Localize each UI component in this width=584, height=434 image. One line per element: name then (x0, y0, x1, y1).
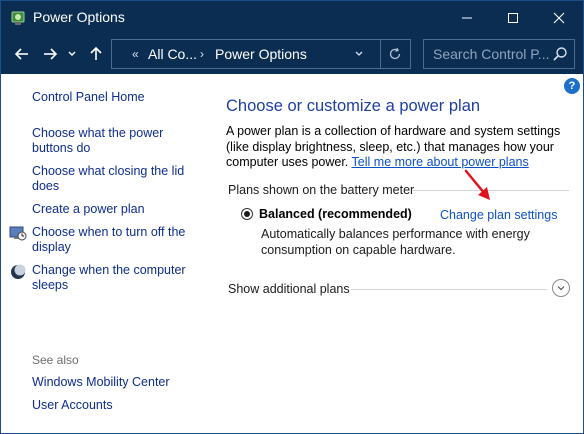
search-icon[interactable] (552, 46, 568, 62)
search-box[interactable]: Search Control P... (423, 39, 575, 69)
search-input[interactable]: Search Control P... (433, 40, 549, 68)
balanced-plan-radio[interactable] (241, 208, 253, 220)
forward-arrow-icon (44, 48, 58, 60)
refresh-button[interactable] (380, 40, 409, 68)
help-icon[interactable]: ? (564, 78, 580, 94)
page-description: A power plan is a collection of hardware… (226, 124, 576, 171)
chevron-down-icon (557, 286, 565, 291)
sidebar-item-user-accounts[interactable]: User Accounts (32, 398, 113, 413)
up-arrow-icon (90, 46, 102, 60)
refresh-icon (389, 47, 401, 60)
expand-additional-plans-button[interactable] (552, 279, 570, 297)
sidebar-item-computer-sleeps[interactable]: Change when the computer sleeps (32, 263, 192, 293)
chevron-down-icon (355, 51, 363, 56)
breadcrumb-all-control-panel[interactable]: All Co... (148, 40, 197, 68)
learn-more-link[interactable]: Tell me more about power plans (352, 155, 529, 169)
address-bar[interactable]: « All Co... › Power Options (111, 39, 411, 69)
annotation-arrow-icon (464, 169, 490, 200)
sidebar-item-turn-off-display[interactable]: Choose when to turn off the display (32, 225, 192, 255)
sidebar-item-closing-lid[interactable]: Choose what closing the lid does (32, 164, 187, 194)
maximize-icon (508, 12, 518, 23)
breadcrumb-power-options[interactable]: Power Options (215, 40, 307, 68)
up-button[interactable] (83, 40, 109, 68)
power-options-window: Power Options « All Co... › Power Option… (0, 0, 584, 434)
forward-button[interactable] (37, 40, 63, 68)
title-bar: Power Options (1, 1, 583, 34)
chevron-down-icon (68, 51, 76, 56)
see-also-label: See also (32, 353, 79, 367)
close-icon (553, 12, 565, 23)
minimize-icon (462, 17, 472, 18)
address-dropdown-button[interactable] (349, 40, 369, 68)
maximize-button[interactable] (490, 1, 536, 34)
minimize-button[interactable] (444, 1, 490, 34)
recent-locations-button[interactable] (64, 40, 80, 68)
sidebar-item-create-plan[interactable]: Create a power plan (32, 202, 145, 217)
monitor-clock-icon (9, 226, 27, 241)
battery-meter-group-label: Plans shown on the battery meter (228, 183, 415, 197)
power-options-icon (11, 11, 25, 25)
additional-plans-divider (351, 289, 547, 290)
back-button[interactable] (9, 40, 35, 68)
breadcrumb-overflow[interactable]: « (132, 40, 139, 68)
sidebar-control-panel-home[interactable]: Control Panel Home (32, 90, 145, 105)
balanced-plan-label[interactable]: Balanced (recommended) (259, 207, 412, 221)
window-title: Power Options (33, 9, 125, 25)
content-area: ? Control Panel Home Choose what the pow… (1, 74, 583, 433)
breadcrumb-separator[interactable]: › (200, 40, 204, 68)
page-title: Choose or customize a power plan (226, 97, 481, 115)
navigation-bar: « All Co... › Power Options Search Contr… (1, 34, 583, 74)
show-additional-plans[interactable]: Show additional plans (228, 282, 350, 296)
close-button[interactable] (536, 1, 582, 34)
sidebar-item-power-buttons[interactable]: Choose what the power buttons do (32, 126, 182, 156)
plan-description: Automatically balances performance with … (261, 227, 530, 257)
change-plan-settings-link[interactable]: Change plan settings (440, 208, 557, 222)
back-arrow-icon (14, 48, 28, 60)
sidebar-item-mobility-center[interactable]: Windows Mobility Center (32, 375, 170, 390)
moon-sleep-icon (11, 264, 26, 279)
